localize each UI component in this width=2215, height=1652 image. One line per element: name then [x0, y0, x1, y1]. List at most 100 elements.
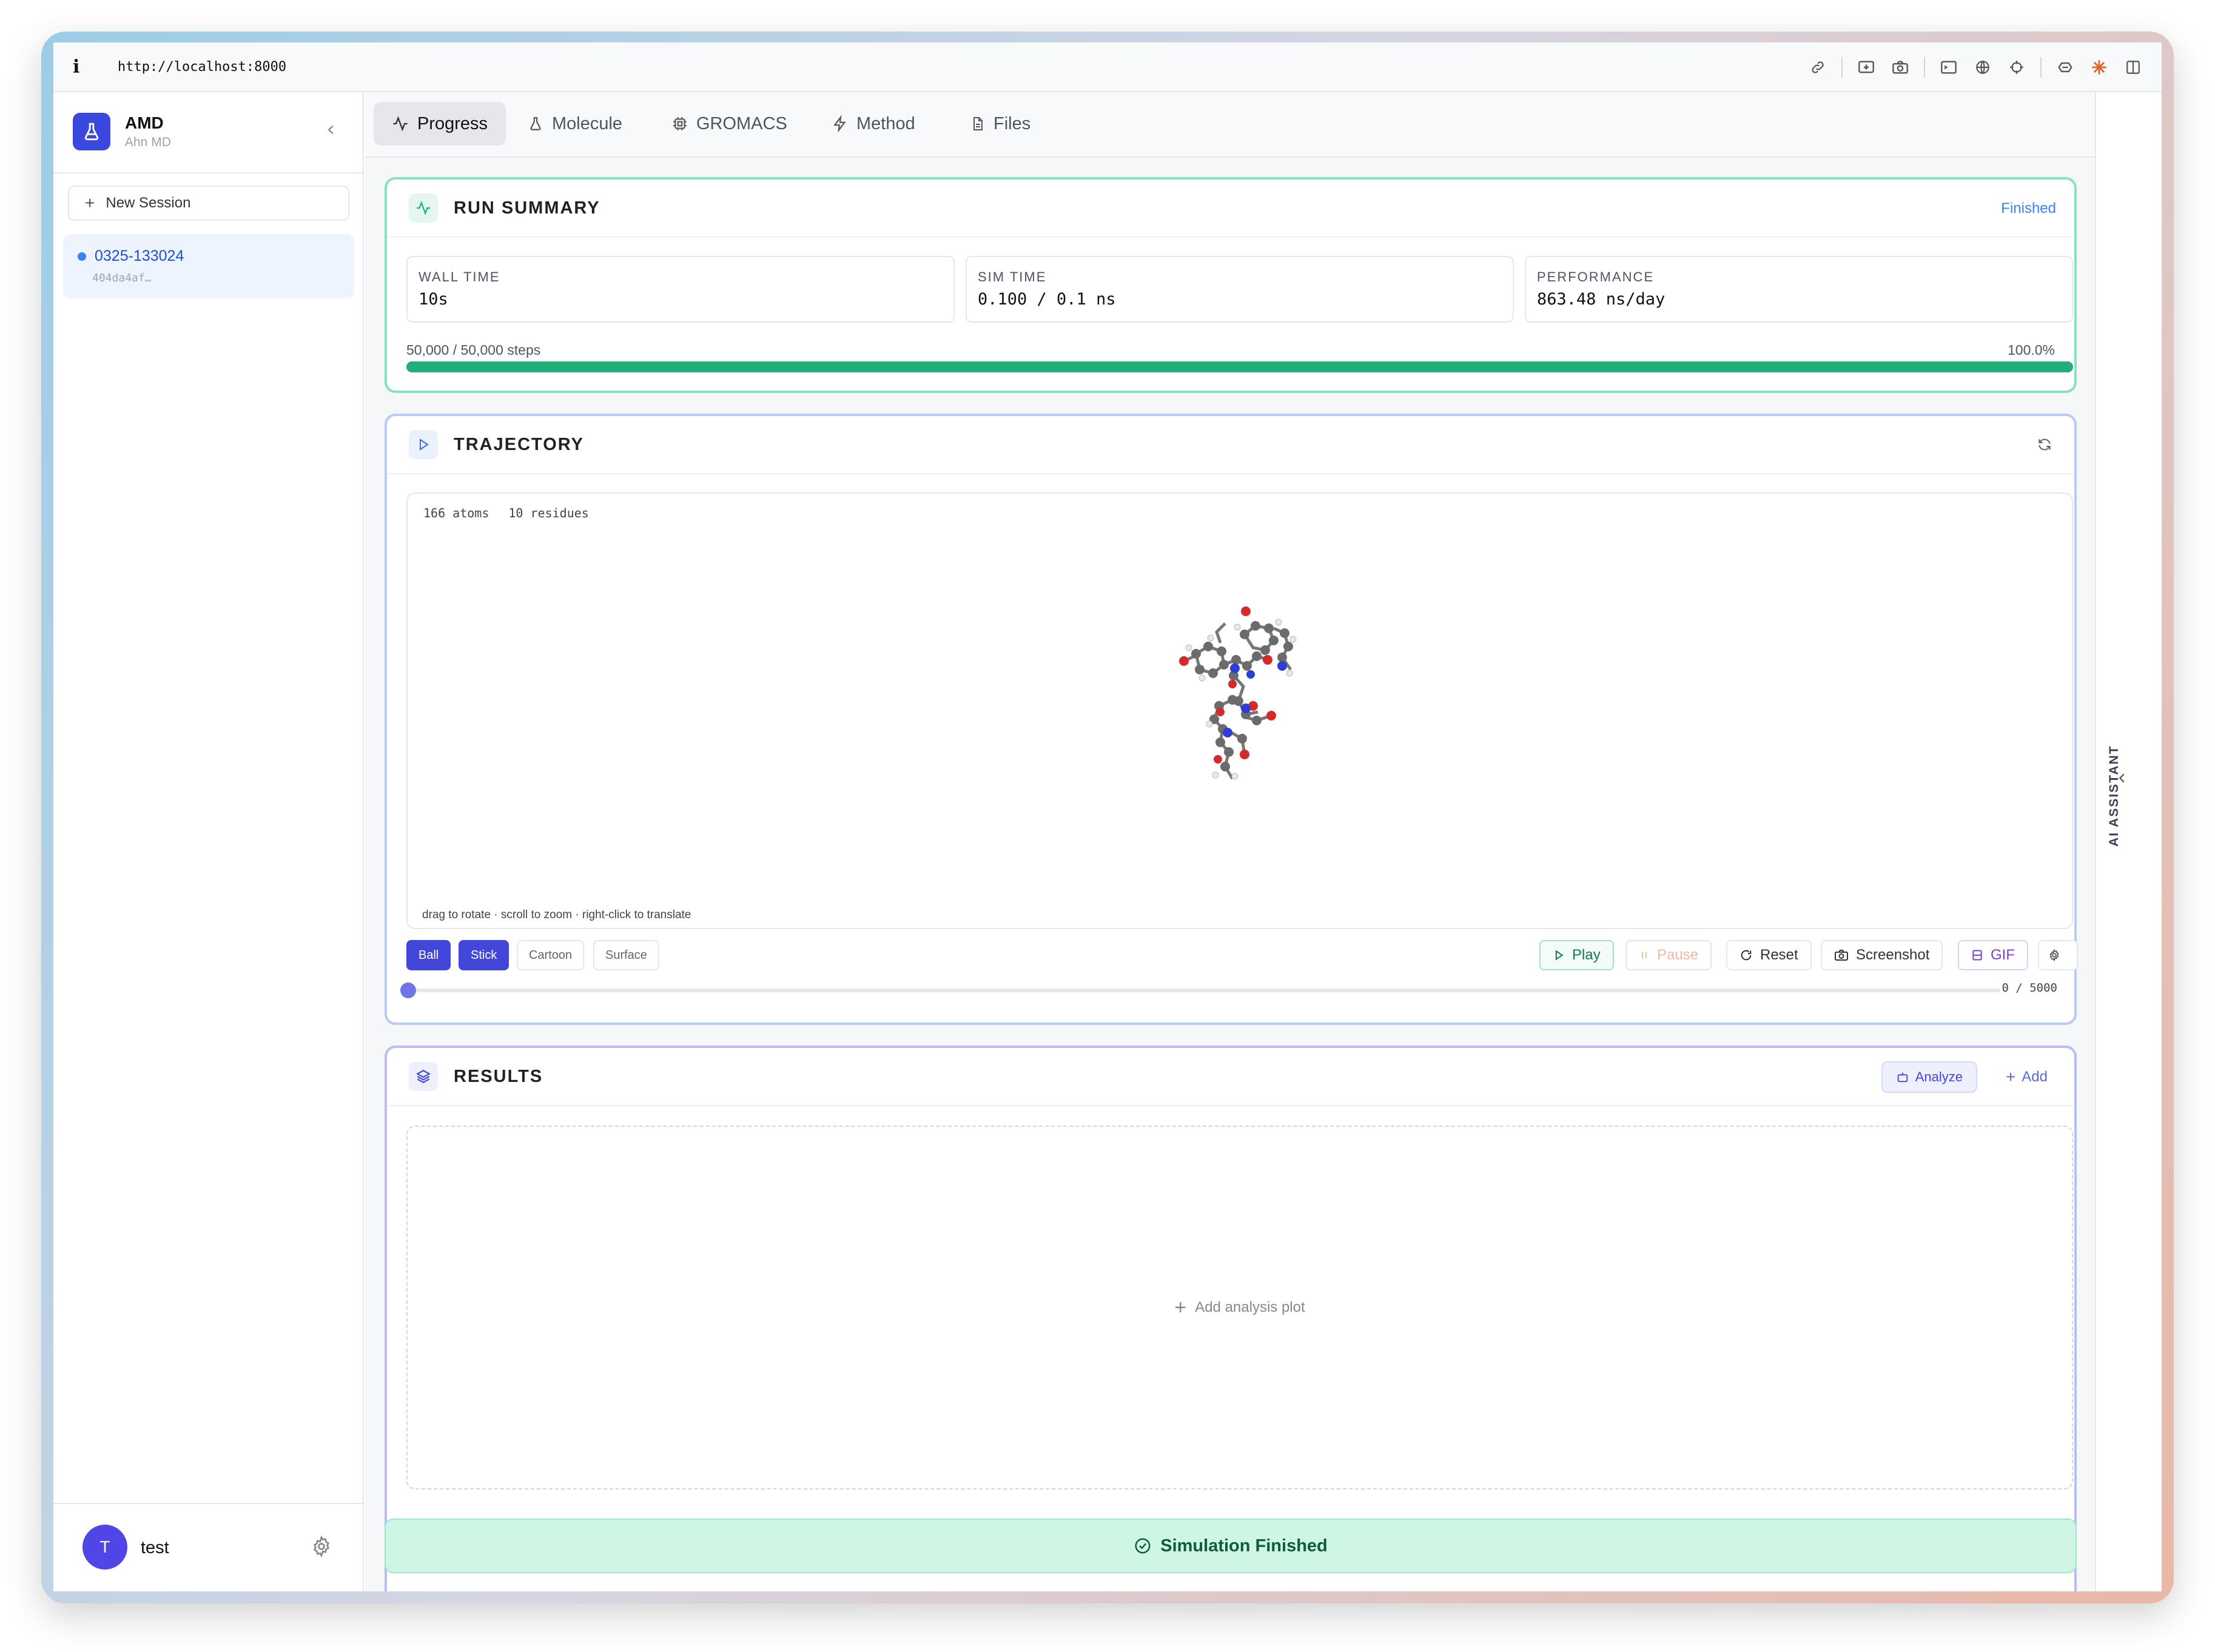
file-icon	[973, 117, 983, 130]
screenshot-button[interactable]: Screenshot	[1821, 940, 1943, 970]
stat-label: SIM TIME	[978, 269, 1047, 284]
viewer-info: 166 atoms 10 residues	[423, 506, 608, 520]
ai-assistant-rail[interactable]: AI ASSISTANT	[2095, 92, 2162, 1591]
info-icon[interactable]: i	[73, 56, 98, 78]
add-analysis-label: Add analysis plot	[1195, 1299, 1305, 1315]
toolbar-icons	[1807, 42, 2143, 92]
tab-gromacs[interactable]: GROMACS	[654, 102, 805, 146]
extension-icon[interactable]	[2055, 57, 2076, 78]
screenshot-label: Screenshot	[1856, 947, 1930, 963]
link-icon[interactable]	[1807, 57, 1828, 78]
session-item[interactable]: 0325-133024 404da4af…	[63, 234, 354, 298]
analyze-button[interactable]: Analyze	[1881, 1061, 1977, 1093]
settings-gear-icon[interactable]	[311, 1535, 335, 1560]
ball-toggle[interactable]: Ball	[406, 940, 451, 970]
sidebar-toggle-icon[interactable]	[2123, 57, 2143, 78]
pause-icon	[1642, 952, 1647, 959]
frame-slider-thumb[interactable]	[400, 982, 416, 998]
simulation-status-text: Simulation Finished	[1160, 1536, 1328, 1556]
cpu-icon	[673, 117, 687, 130]
tab-label: GROMACS	[696, 113, 787, 133]
trajectory-title: TRAJECTORY	[454, 434, 584, 454]
run-summary-title: RUN SUMMARY	[454, 198, 600, 218]
browser-toolbar: i http://localhost:8000	[53, 42, 2162, 92]
new-session-button[interactable]: + New Session	[68, 186, 349, 221]
molecule-render	[1179, 606, 1297, 780]
camera-icon	[1835, 950, 1848, 961]
main-panel: Progress Molecule GROMACS Method Files R…	[365, 92, 2095, 1591]
activity-icon	[393, 116, 408, 132]
gif-label: GIF	[1991, 947, 2015, 963]
frame-slider[interactable]	[406, 989, 2000, 992]
viewer-settings-button[interactable]	[2038, 940, 2078, 970]
globe-icon[interactable]	[1972, 57, 1993, 78]
tab-label: Files	[993, 113, 1031, 133]
save-screen-icon[interactable]	[1856, 57, 1877, 78]
ai-assistant-label: AI ASSISTANT	[2107, 745, 2121, 847]
reset-button[interactable]: Reset	[1726, 940, 1812, 970]
activity-icon	[409, 193, 438, 223]
play-button[interactable]: Play	[1539, 940, 1614, 970]
url-field[interactable]: http://localhost:8000	[118, 59, 286, 75]
stick-toggle[interactable]: Stick	[459, 940, 509, 970]
new-session-label: New Session	[106, 195, 191, 211]
robot-icon	[1897, 1072, 1907, 1083]
add-analysis-plot-area[interactable]: + Add analysis plot	[406, 1126, 2073, 1489]
divider	[53, 172, 364, 173]
cartoon-toggle[interactable]: Cartoon	[517, 940, 585, 970]
molecule-viewer[interactable]: 166 atoms 10 residues drag to rotate · s…	[406, 492, 2073, 929]
brand: AMD Ahn MD	[73, 113, 171, 150]
stat-label: WALL TIME	[418, 269, 500, 284]
divider	[53, 1503, 364, 1504]
tab-label: Progress	[417, 113, 488, 133]
terminal-icon[interactable]	[1938, 57, 1959, 78]
refresh-icon[interactable]	[2037, 437, 2052, 455]
tab-label: Method	[856, 113, 915, 133]
add-button[interactable]: + Add	[2006, 1061, 2048, 1093]
plus-icon: +	[1174, 1295, 1187, 1319]
surface-toggle[interactable]: Surface	[593, 940, 659, 970]
plus-icon: +	[2005, 1067, 2016, 1086]
performance-stat: PERFORMANCE 863.48 ns/day	[1525, 256, 2073, 323]
app-window: i http://localhost:8000 AMD Ahn MD + New…	[53, 42, 2162, 1591]
reset-icon	[1741, 950, 1752, 961]
results-card: RESULTS Analyze + Add + Add analysis plo…	[385, 1046, 2077, 1591]
app-name: AMD	[125, 113, 164, 132]
session-hash: 404da4af…	[92, 272, 152, 284]
wall-time-stat: WALL TIME 10s	[406, 256, 955, 323]
avatar[interactable]: T	[82, 1525, 127, 1570]
user-name: test	[141, 1538, 169, 1557]
results-title: RESULTS	[454, 1066, 543, 1086]
claude-icon[interactable]	[2089, 57, 2109, 78]
pause-label: Pause	[1657, 947, 1699, 963]
film-icon	[1972, 950, 1982, 961]
chevron-left-icon	[328, 125, 334, 135]
tab-progress[interactable]: Progress	[374, 102, 506, 146]
crosshair-icon[interactable]	[2006, 57, 2027, 78]
reset-label: Reset	[1760, 947, 1798, 963]
pause-button[interactable]: Pause	[1625, 940, 1712, 970]
toolbar-divider	[1924, 57, 1925, 78]
tab-molecule[interactable]: Molecule	[509, 102, 640, 146]
sim-time-stat: SIM TIME 0.100 / 0.1 ns	[966, 256, 1514, 323]
toolbar-divider	[2040, 57, 2042, 78]
residue-count: 10 residues	[508, 506, 589, 520]
stat-value: 863.48 ns/day	[1537, 290, 1665, 309]
atom-count: 166 atoms	[423, 506, 489, 520]
play-label: Play	[1572, 947, 1601, 963]
steps-text: 50,000 / 50,000 steps	[406, 342, 541, 358]
results-header: RESULTS Analyze + Add	[387, 1048, 2074, 1106]
tab-files[interactable]: Files	[952, 102, 1049, 146]
session-status-dot	[78, 252, 86, 261]
flask-icon	[530, 117, 541, 130]
tab-method[interactable]: Method	[814, 102, 933, 146]
layers-icon	[409, 1062, 438, 1091]
zap-icon	[833, 115, 846, 132]
analyze-label: Analyze	[1915, 1069, 1963, 1084]
gear-icon	[2049, 949, 2059, 962]
gif-button[interactable]: GIF	[1958, 940, 2028, 970]
tab-bar: Progress Molecule GROMACS Method Files	[365, 92, 2095, 158]
collapse-sidebar-button[interactable]	[319, 118, 343, 142]
camera-icon[interactable]	[1890, 57, 1911, 78]
play-icon	[1555, 950, 1564, 961]
